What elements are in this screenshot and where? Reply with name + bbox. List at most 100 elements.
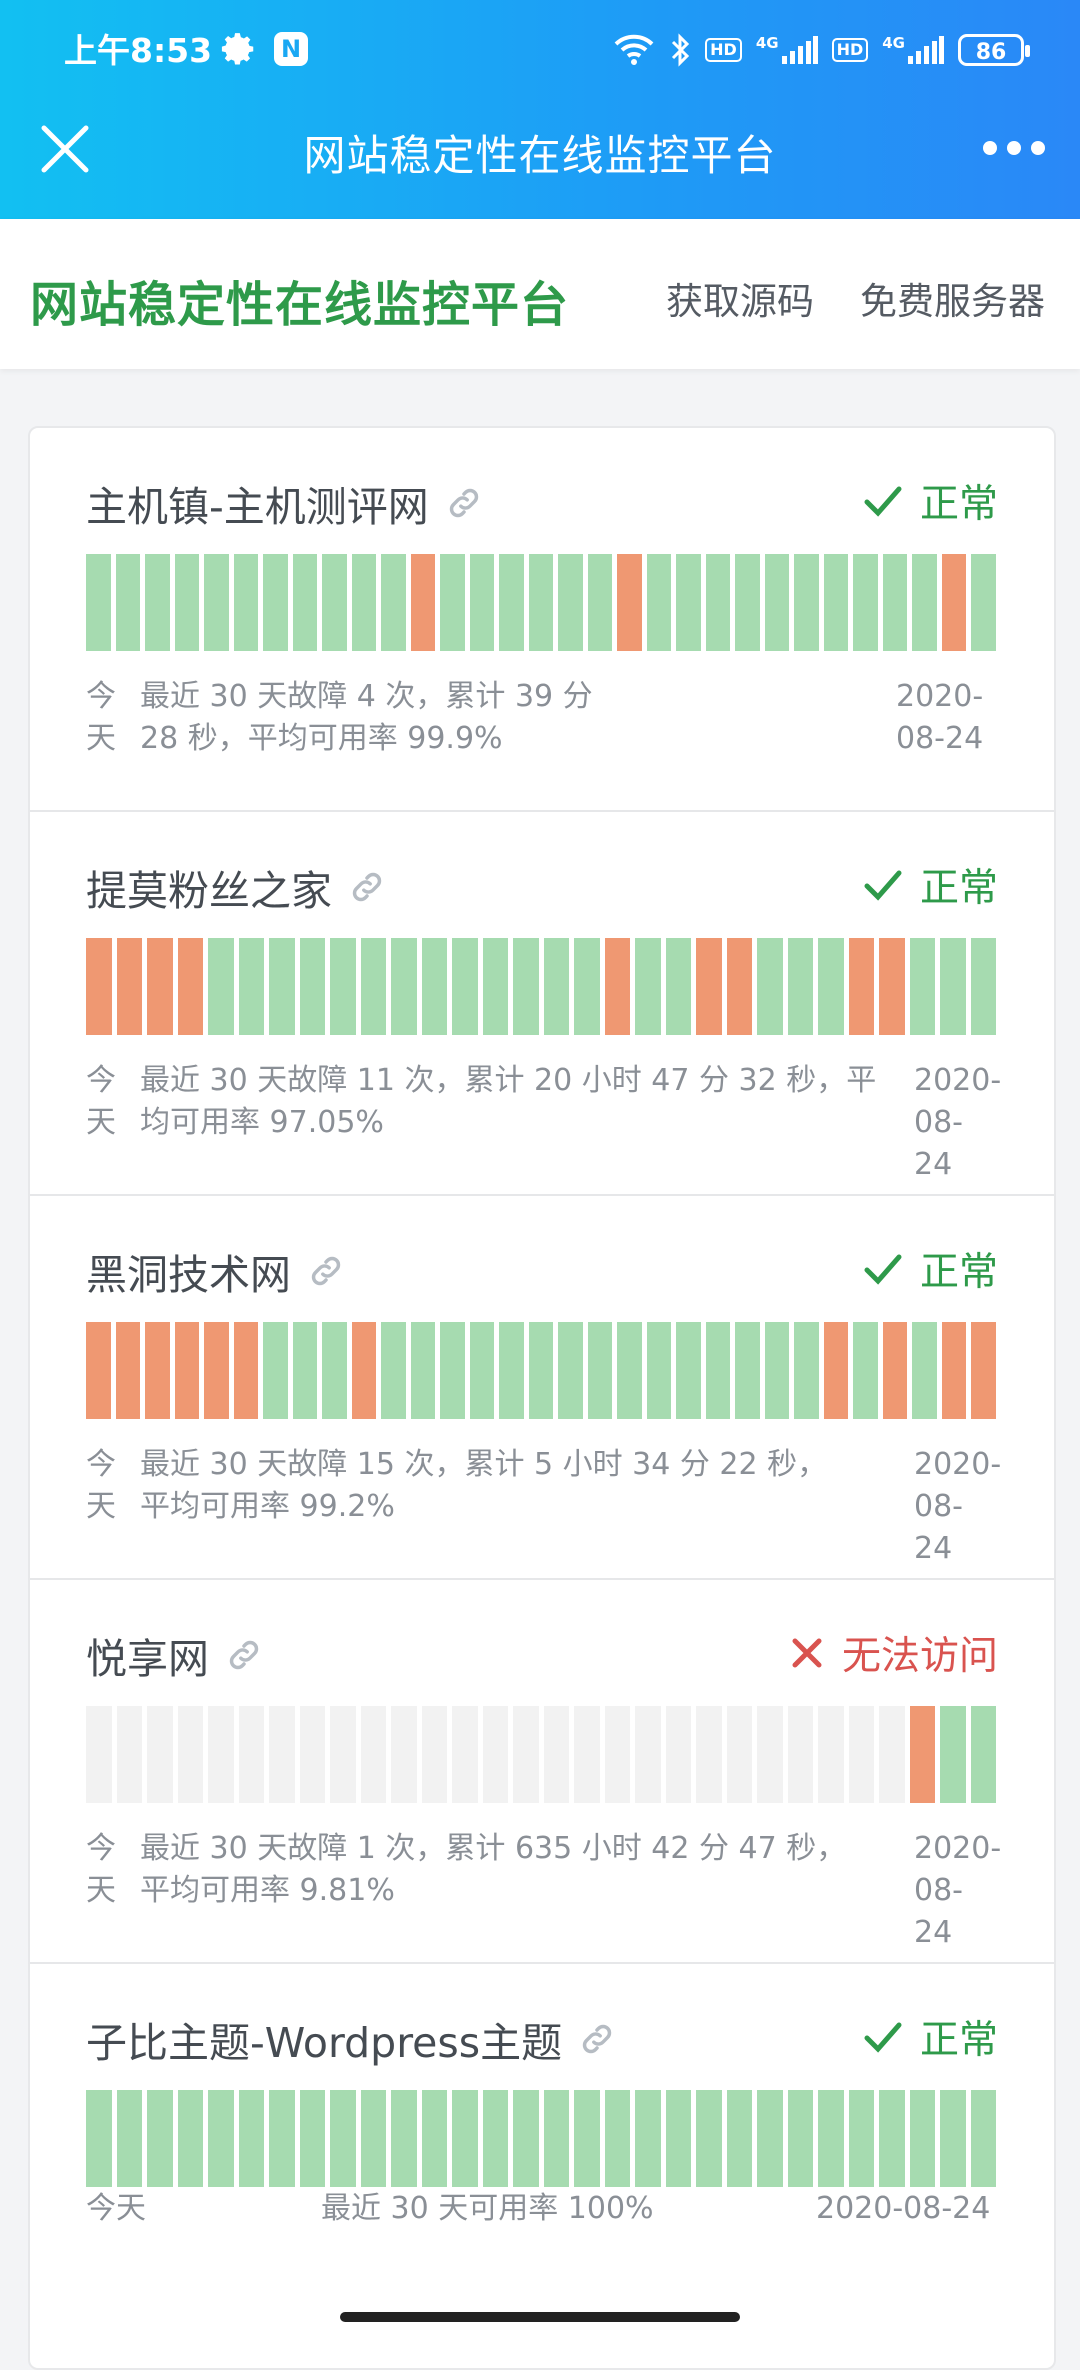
bar-up[interactable] bbox=[322, 1322, 347, 1419]
bar-up[interactable] bbox=[543, 2090, 569, 2187]
bar-no-data[interactable] bbox=[269, 1706, 295, 1803]
bar-up[interactable] bbox=[174, 554, 200, 651]
bar-down[interactable] bbox=[848, 938, 874, 1035]
link-icon[interactable] bbox=[578, 2020, 616, 2058]
bar-up[interactable] bbox=[116, 2090, 142, 2187]
bar-down[interactable] bbox=[115, 1322, 141, 1419]
bar-no-data[interactable] bbox=[818, 1706, 844, 1803]
bar-up[interactable] bbox=[757, 938, 783, 1035]
bar-up[interactable] bbox=[912, 554, 937, 651]
bar-down[interactable] bbox=[879, 938, 905, 1035]
link-icon[interactable] bbox=[307, 1252, 345, 1290]
bar-up[interactable] bbox=[879, 2090, 905, 2187]
bar-no-data[interactable] bbox=[787, 1706, 813, 1803]
bar-no-data[interactable] bbox=[330, 1706, 356, 1803]
bar-up[interactable] bbox=[238, 938, 264, 1035]
bar-up[interactable] bbox=[391, 938, 417, 1035]
bar-down[interactable] bbox=[145, 1322, 170, 1419]
bar-down[interactable] bbox=[177, 938, 203, 1035]
monitor-name[interactable]: 主机镇-主机测评网 bbox=[86, 473, 483, 533]
bar-down[interactable] bbox=[410, 554, 436, 651]
bar-up[interactable] bbox=[86, 554, 111, 651]
link-icon[interactable] bbox=[348, 868, 386, 906]
bar-up[interactable] bbox=[853, 1322, 878, 1419]
bar-no-data[interactable] bbox=[513, 1706, 539, 1803]
bar-no-data[interactable] bbox=[421, 1706, 447, 1803]
bar-no-data[interactable] bbox=[482, 1706, 508, 1803]
bar-up[interactable] bbox=[469, 1322, 495, 1419]
monitor-name[interactable]: 悦享网 bbox=[86, 1625, 263, 1685]
bar-no-data[interactable] bbox=[757, 1706, 783, 1803]
bar-up[interactable] bbox=[665, 938, 691, 1035]
bar-no-data[interactable] bbox=[848, 1706, 874, 1803]
bar-up[interactable] bbox=[86, 2090, 112, 2187]
bar-up[interactable] bbox=[646, 1322, 672, 1419]
bar-no-data[interactable] bbox=[574, 1706, 600, 1803]
bar-up[interactable] bbox=[574, 938, 600, 1035]
bar-up[interactable] bbox=[970, 1706, 996, 1803]
bar-up[interactable] bbox=[676, 554, 701, 651]
bar-up[interactable] bbox=[794, 1322, 819, 1419]
link-icon[interactable] bbox=[225, 1636, 263, 1674]
bar-up[interactable] bbox=[587, 1322, 613, 1419]
bar-up[interactable] bbox=[360, 938, 386, 1035]
bar-up[interactable] bbox=[391, 2090, 417, 2187]
bar-up[interactable] bbox=[635, 938, 661, 1035]
bar-up[interactable] bbox=[421, 2090, 447, 2187]
bar-no-data[interactable] bbox=[299, 1706, 325, 1803]
bar-up[interactable] bbox=[452, 2090, 478, 2187]
bar-up[interactable] bbox=[263, 554, 288, 651]
bar-up[interactable] bbox=[145, 554, 170, 651]
bar-down[interactable] bbox=[696, 938, 722, 1035]
bar-up[interactable] bbox=[208, 2090, 234, 2187]
bar-down[interactable] bbox=[233, 1322, 259, 1419]
bar-down[interactable] bbox=[86, 938, 112, 1035]
bar-up[interactable] bbox=[970, 938, 996, 1035]
bar-up[interactable] bbox=[410, 1322, 436, 1419]
bar-up[interactable] bbox=[269, 2090, 295, 2187]
bar-no-data[interactable] bbox=[452, 1706, 478, 1803]
bar-up[interactable] bbox=[513, 2090, 539, 2187]
bar-no-data[interactable] bbox=[360, 1706, 386, 1803]
bar-no-data[interactable] bbox=[238, 1706, 264, 1803]
bar-down[interactable] bbox=[204, 1322, 229, 1419]
bar-up[interactable] bbox=[635, 2090, 661, 2187]
bar-down[interactable] bbox=[604, 938, 630, 1035]
bar-up[interactable] bbox=[499, 554, 524, 651]
bar-up[interactable] bbox=[909, 938, 935, 1035]
bar-up[interactable] bbox=[764, 1322, 790, 1419]
bar-up[interactable] bbox=[940, 938, 966, 1035]
bar-down[interactable] bbox=[823, 1322, 849, 1419]
bar-up[interactable] bbox=[735, 554, 760, 651]
bar-up[interactable] bbox=[299, 2090, 325, 2187]
bar-up[interactable] bbox=[381, 1322, 406, 1419]
bar-no-data[interactable] bbox=[665, 1706, 691, 1803]
bar-up[interactable] bbox=[528, 1322, 554, 1419]
bar-down[interactable] bbox=[147, 938, 173, 1035]
bar-no-data[interactable] bbox=[177, 1706, 203, 1803]
bar-up[interactable] bbox=[970, 2090, 996, 2187]
bar-down[interactable] bbox=[971, 1322, 996, 1419]
bar-up[interactable] bbox=[292, 554, 318, 651]
bar-up[interactable] bbox=[381, 554, 406, 651]
bar-up[interactable] bbox=[823, 554, 849, 651]
site-brand[interactable]: 网站稳定性在线监控平台 bbox=[30, 265, 569, 335]
bar-down[interactable] bbox=[351, 1322, 377, 1419]
bar-up[interactable] bbox=[757, 2090, 783, 2187]
get-source-link[interactable]: 获取源码 bbox=[666, 271, 814, 325]
bar-down[interactable] bbox=[882, 1322, 908, 1419]
bar-up[interactable] bbox=[528, 554, 554, 651]
bar-up[interactable] bbox=[499, 1322, 524, 1419]
bar-up[interactable] bbox=[204, 554, 229, 651]
bar-down[interactable] bbox=[174, 1322, 200, 1419]
bar-up[interactable] bbox=[238, 2090, 264, 2187]
bar-up[interactable] bbox=[794, 554, 819, 651]
bar-no-data[interactable] bbox=[116, 1706, 142, 1803]
bar-up[interactable] bbox=[177, 2090, 203, 2187]
bar-no-data[interactable] bbox=[879, 1706, 905, 1803]
bar-up[interactable] bbox=[330, 2090, 356, 2187]
bar-up[interactable] bbox=[764, 554, 790, 651]
bar-up[interactable] bbox=[574, 2090, 600, 2187]
bar-up[interactable] bbox=[351, 554, 377, 651]
bar-up[interactable] bbox=[882, 554, 908, 651]
